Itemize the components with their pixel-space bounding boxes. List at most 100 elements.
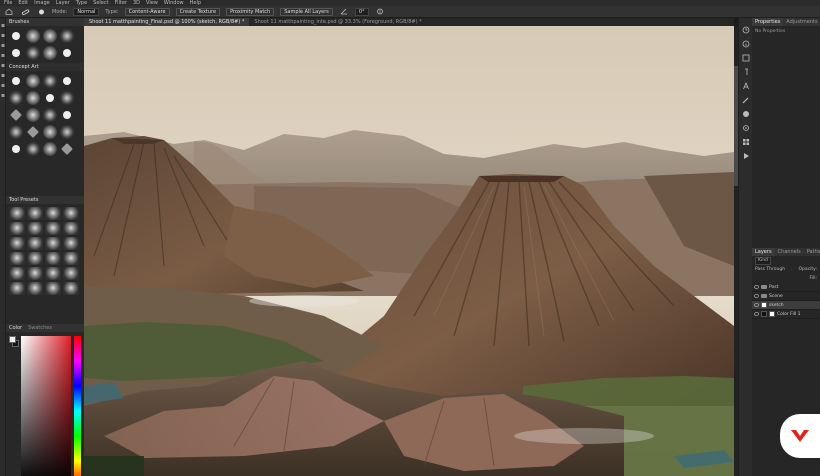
actions-icon[interactable] <box>739 150 753 162</box>
preset-thumb[interactable] <box>9 207 25 220</box>
info-icon[interactable] <box>739 38 753 50</box>
document-tab[interactable]: Shoot 11 matthpainting_inte.psd @ 33.3% … <box>249 18 426 26</box>
preset-thumb[interactable] <box>63 207 79 220</box>
document-canvas[interactable] <box>84 26 734 476</box>
color-wheel-icon[interactable] <box>739 108 753 120</box>
history-icon[interactable] <box>739 24 753 36</box>
brush-swatch[interactable] <box>63 49 71 57</box>
eye-icon[interactable] <box>754 294 759 298</box>
create-texture-radio[interactable]: Create Texture <box>175 7 221 16</box>
brush-swatch[interactable] <box>43 29 57 43</box>
brush-swatch[interactable] <box>46 94 54 102</box>
eye-icon[interactable] <box>754 312 759 316</box>
tab-color[interactable]: Color <box>9 324 22 332</box>
fg-bg-chips[interactable] <box>9 336 19 348</box>
brush-swatch[interactable] <box>27 126 39 138</box>
navigator-icon[interactable] <box>739 52 753 64</box>
brush-settings-icon[interactable] <box>739 94 753 106</box>
preset-thumb[interactable] <box>9 252 25 265</box>
pressure-icon[interactable] <box>375 8 385 16</box>
brush-group-title[interactable]: Concept Art <box>6 63 84 71</box>
bandage-tool-icon[interactable] <box>20 8 30 16</box>
preset-thumb[interactable] <box>45 222 61 235</box>
mode-select[interactable]: Normal <box>73 7 100 16</box>
preset-thumb[interactable] <box>27 267 43 280</box>
tab-layers[interactable]: Layers <box>752 248 775 256</box>
brush-swatch[interactable] <box>60 125 74 139</box>
brush-swatch[interactable] <box>26 29 40 43</box>
brush-size-icon[interactable] <box>36 8 46 16</box>
tool-presets-title[interactable]: Tool Presets <box>6 196 84 204</box>
preset-thumb[interactable] <box>27 282 43 295</box>
brush-swatch[interactable] <box>12 49 20 57</box>
brush-swatch[interactable] <box>61 143 73 155</box>
preset-thumb[interactable] <box>27 237 43 250</box>
preset-thumb[interactable] <box>45 267 61 280</box>
brush-swatch[interactable] <box>26 142 40 156</box>
layer-kind-filter[interactable]: Kind <box>755 256 771 265</box>
brush-swatch[interactable] <box>43 46 57 60</box>
color-picker-field[interactable] <box>21 336 71 476</box>
preset-thumb[interactable] <box>27 252 43 265</box>
brushes-panel-title[interactable]: Brushes <box>6 18 84 26</box>
layer-name: Scene <box>769 293 783 299</box>
brush-swatch[interactable] <box>9 125 23 139</box>
brush-swatch[interactable] <box>43 74 57 88</box>
layer-row[interactable]: Color Fill 1 <box>752 310 820 319</box>
preset-thumb[interactable] <box>63 222 79 235</box>
foreground-color-chip[interactable] <box>9 336 16 343</box>
brush-swatch[interactable] <box>26 91 40 105</box>
brush-swatch[interactable] <box>60 91 74 105</box>
brush-swatch[interactable] <box>12 145 20 153</box>
clone-source-icon[interactable] <box>739 122 753 134</box>
brush-swatch[interactable] <box>63 77 71 85</box>
hue-slider[interactable] <box>74 336 81 476</box>
brush-swatch[interactable] <box>26 46 40 60</box>
tab-channels[interactable]: Channels <box>775 248 804 256</box>
layer-row-selected[interactable]: sketch <box>752 301 820 310</box>
home-icon[interactable] <box>4 8 14 16</box>
content-aware-radio[interactable]: Content-Aware <box>124 7 170 16</box>
preset-thumb[interactable] <box>45 237 61 250</box>
blend-mode-select[interactable]: Pass Through <box>755 267 785 272</box>
preset-thumb[interactable] <box>9 222 25 235</box>
preset-thumb[interactable] <box>63 252 79 265</box>
preset-thumb[interactable] <box>45 207 61 220</box>
brush-swatch[interactable] <box>63 111 71 119</box>
preset-thumb[interactable] <box>27 207 43 220</box>
brush-swatch[interactable] <box>9 91 23 105</box>
swatches-icon[interactable] <box>739 136 753 148</box>
brush-swatch[interactable] <box>43 108 57 122</box>
brush-swatch[interactable] <box>12 77 20 85</box>
layer-row[interactable]: Post <box>752 283 820 292</box>
brush-swatch[interactable] <box>43 142 57 156</box>
preset-thumb[interactable] <box>45 282 61 295</box>
brush-swatch[interactable] <box>43 125 57 139</box>
proximity-match-radio[interactable]: Proximity Match <box>226 7 275 16</box>
preset-thumb[interactable] <box>9 282 25 295</box>
preset-thumb[interactable] <box>63 267 79 280</box>
tab-paths[interactable]: Paths <box>804 248 820 256</box>
tab-swatches[interactable]: Swatches <box>28 324 52 332</box>
preset-thumb[interactable] <box>63 237 79 250</box>
layer-row[interactable]: Scene <box>752 292 820 301</box>
brush-swatch[interactable] <box>60 29 74 43</box>
brush-swatch[interactable] <box>12 32 20 40</box>
sample-all-layers-checkbox[interactable]: Sample All Layers <box>280 7 333 16</box>
eye-icon[interactable] <box>754 303 759 307</box>
tab-adjustments[interactable]: Adjustments <box>783 18 820 26</box>
brush-swatch[interactable] <box>26 74 40 88</box>
angle-field[interactable]: 0° <box>354 7 369 16</box>
preset-thumb[interactable] <box>45 252 61 265</box>
preset-thumb[interactable] <box>63 282 79 295</box>
brush-swatch[interactable] <box>26 108 40 122</box>
tab-properties[interactable]: Properties <box>752 18 784 26</box>
preset-thumb[interactable] <box>9 267 25 280</box>
paragraph-icon[interactable] <box>739 66 753 78</box>
document-tab-active[interactable]: Shoot 11 matthpainting_Final.psd @ 100% … <box>84 18 250 26</box>
brush-swatch[interactable] <box>10 109 22 121</box>
preset-thumb[interactable] <box>9 237 25 250</box>
preset-thumb[interactable] <box>27 222 43 235</box>
character-icon[interactable] <box>739 80 753 92</box>
eye-icon[interactable] <box>754 285 759 289</box>
